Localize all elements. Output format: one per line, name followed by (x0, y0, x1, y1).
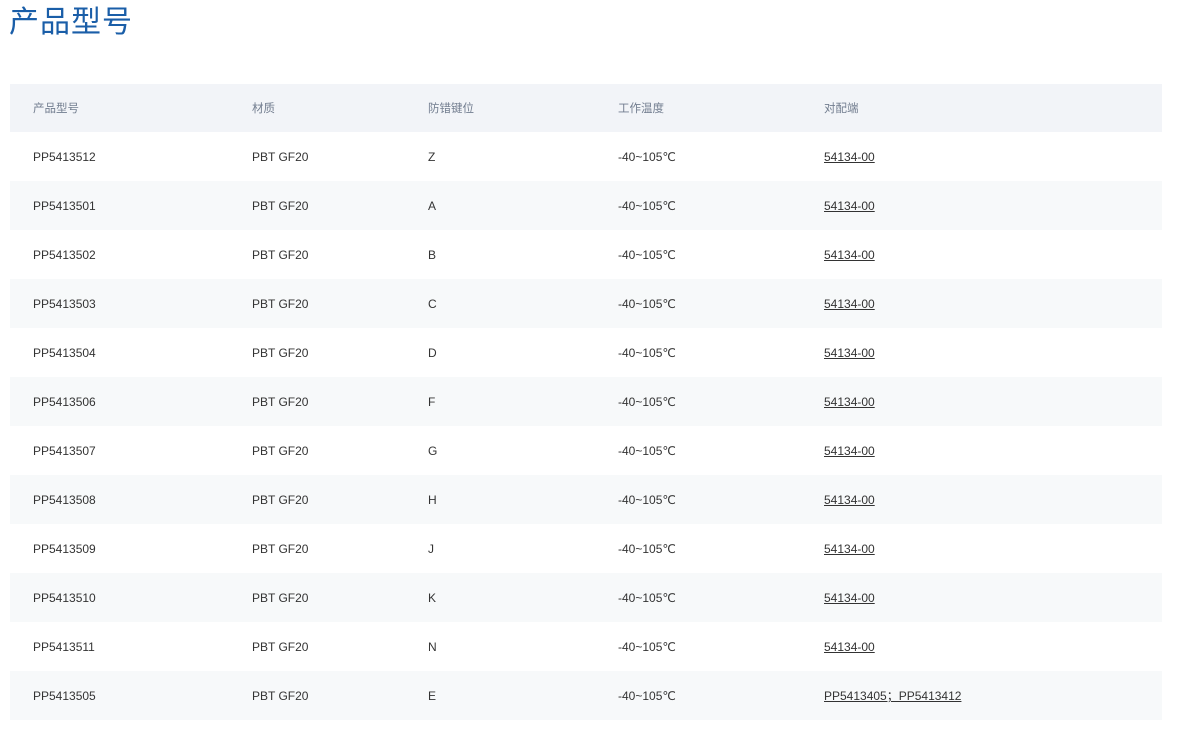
cell-material: PBT GF20 (252, 688, 309, 703)
table-row: PP5413511 PBT GF20 N -40~105℃ 54134-00 (10, 622, 1162, 671)
mating-part-link[interactable]: 54134-00 (824, 297, 875, 311)
cell-material: PBT GF20 (252, 590, 309, 605)
cell-working-temp: -40~105℃ (618, 639, 676, 654)
cell-model: PP5413504 (33, 345, 96, 360)
cell-material: PBT GF20 (252, 198, 309, 213)
header-material: 材质 (252, 101, 275, 115)
mating-part-link[interactable]: 54134-00 (824, 542, 875, 556)
cell-working-temp: -40~105℃ (618, 247, 676, 262)
cell-key-position: H (428, 492, 437, 507)
mating-part-link[interactable]: 54134-00 (824, 395, 875, 409)
cell-model: PP5413507 (33, 443, 96, 458)
cell-key-position: E (428, 688, 437, 703)
cell-model: PP5413503 (33, 296, 96, 311)
cell-material: PBT GF20 (252, 639, 309, 654)
cell-working-temp: -40~105℃ (618, 541, 676, 556)
table-row: PP5413506 PBT GF20 F -40~105℃ 54134-00 (10, 377, 1162, 426)
header-key-position: 防错键位 (428, 101, 474, 115)
cell-key-position: Z (428, 149, 436, 164)
cell-key-position: J (428, 541, 434, 556)
cell-key-position: N (428, 639, 437, 654)
cell-working-temp: -40~105℃ (618, 345, 676, 360)
cell-key-position: C (428, 296, 437, 311)
table-row: PP5413502 PBT GF20 B -40~105℃ 54134-00 (10, 230, 1162, 279)
mating-part-link[interactable]: 54134-00 (824, 444, 875, 458)
cell-model: PP5413509 (33, 541, 96, 556)
product-table: 产品型号 材质 防错键位 工作温度 对配端 PP5413512 PBT GF20… (10, 84, 1162, 720)
cell-model: PP5413501 (33, 198, 96, 213)
page-title: 产品型号 (9, 5, 133, 40)
cell-model: PP5413506 (33, 394, 96, 409)
cell-working-temp: -40~105℃ (618, 296, 676, 311)
cell-working-temp: -40~105℃ (618, 492, 676, 507)
mating-part-link[interactable]: 54134-00 (824, 199, 875, 213)
cell-model: PP5413512 (33, 149, 96, 164)
cell-key-position: G (428, 443, 438, 458)
cell-key-position: D (428, 345, 437, 360)
table-row: PP5413505 PBT GF20 E -40~105℃ PP5413405；… (10, 671, 1162, 720)
table-row: PP5413508 PBT GF20 H -40~105℃ 54134-00 (10, 475, 1162, 524)
cell-key-position: A (428, 198, 437, 213)
cell-key-position: K (428, 590, 437, 605)
mating-part-link[interactable]: 54134-00 (824, 346, 875, 360)
mating-part-link[interactable]: 54134-00 (824, 248, 875, 262)
table-row: PP5413504 PBT GF20 D -40~105℃ 54134-00 (10, 328, 1162, 377)
cell-material: PBT GF20 (252, 394, 309, 409)
cell-material: PBT GF20 (252, 345, 309, 360)
mating-part-link[interactable]: PP5413405；PP5413412 (824, 689, 961, 703)
cell-working-temp: -40~105℃ (618, 149, 676, 164)
table-row: PP5413512 PBT GF20 Z -40~105℃ 54134-00 (10, 132, 1162, 181)
cell-material: PBT GF20 (252, 247, 309, 262)
cell-material: PBT GF20 (252, 541, 309, 556)
table-row: PP5413501 PBT GF20 A -40~105℃ 54134-00 (10, 181, 1162, 230)
cell-material: PBT GF20 (252, 492, 309, 507)
table-row: PP5413510 PBT GF20 K -40~105℃ 54134-00 (10, 573, 1162, 622)
cell-material: PBT GF20 (252, 149, 309, 164)
header-working-temp: 工作温度 (618, 101, 664, 115)
cell-model: PP5413505 (33, 688, 96, 703)
cell-material: PBT GF20 (252, 296, 309, 311)
table-row: PP5413507 PBT GF20 G -40~105℃ 54134-00 (10, 426, 1162, 475)
cell-model: PP5413511 (33, 639, 95, 654)
cell-model: PP5413502 (33, 247, 96, 262)
table-row: PP5413503 PBT GF20 C -40~105℃ 54134-00 (10, 279, 1162, 328)
cell-model: PP5413510 (33, 590, 96, 605)
cell-material: PBT GF20 (252, 443, 309, 458)
cell-working-temp: -40~105℃ (618, 590, 676, 605)
mating-part-link[interactable]: 54134-00 (824, 150, 875, 164)
cell-working-temp: -40~105℃ (618, 394, 676, 409)
cell-working-temp: -40~105℃ (618, 688, 676, 703)
cell-key-position: F (428, 394, 436, 409)
cell-key-position: B (428, 247, 437, 262)
table-row: PP5413509 PBT GF20 J -40~105℃ 54134-00 (10, 524, 1162, 573)
table-header-row: 产品型号 材质 防错键位 工作温度 对配端 (10, 84, 1162, 132)
mating-part-link[interactable]: 54134-00 (824, 591, 875, 605)
cell-working-temp: -40~105℃ (618, 198, 676, 213)
header-mating-part: 对配端 (824, 101, 859, 115)
mating-part-link[interactable]: 54134-00 (824, 640, 875, 654)
cell-model: PP5413508 (33, 492, 96, 507)
mating-part-link[interactable]: 54134-00 (824, 493, 875, 507)
header-model: 产品型号 (33, 101, 79, 115)
cell-working-temp: -40~105℃ (618, 443, 676, 458)
